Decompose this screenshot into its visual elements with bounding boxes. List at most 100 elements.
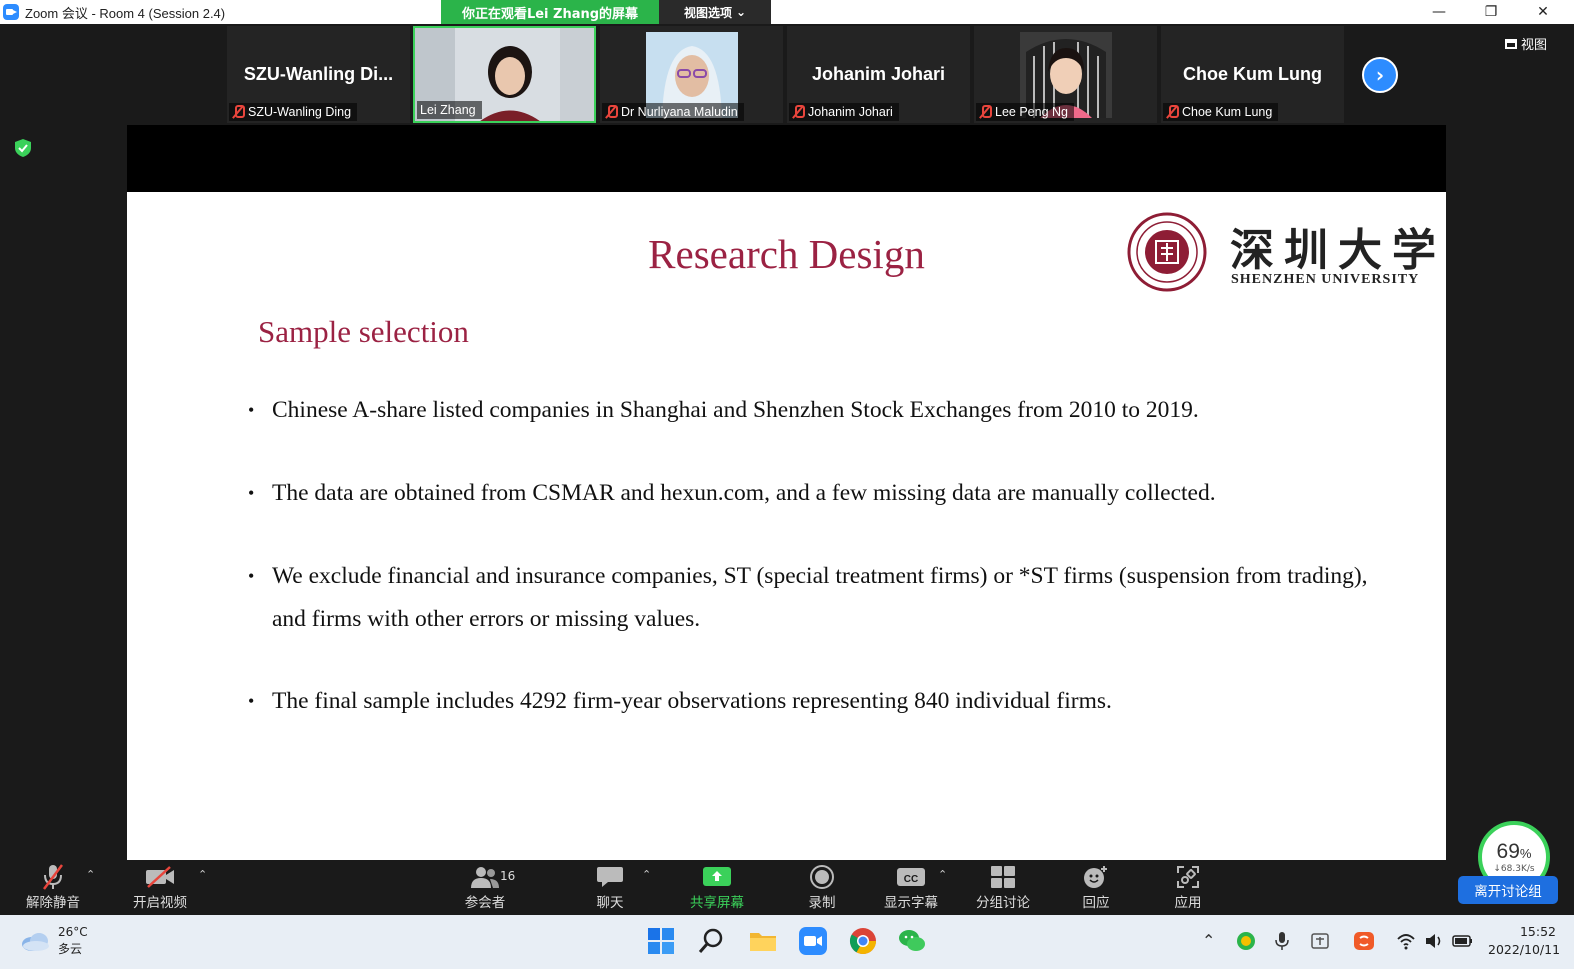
participant-label-text: Lei Zhang: [420, 103, 476, 117]
system-clock[interactable]: 15:52 2022/10/11: [1488, 923, 1560, 959]
input-method-tray-icon[interactable]: [1310, 931, 1330, 951]
title-bar: Zoom 会议 - Room 4 (Session 2.4) 你正在观看Lei …: [0, 0, 1574, 24]
mic-muted-icon: [40, 862, 66, 891]
reaction-smiley-icon: [1082, 862, 1110, 891]
section-heading: Sample selection: [258, 314, 469, 349]
participant-label: Choe Kum Lung: [1163, 103, 1279, 121]
participant-tile[interactable]: Choe Kum Lung Choe Kum Lung: [1161, 26, 1344, 123]
view-label: 视图: [1521, 38, 1548, 53]
apps-button[interactable]: 应用: [1162, 862, 1214, 914]
record-button[interactable]: 录制: [796, 862, 848, 914]
audio-options-caret-icon[interactable]: ⌃: [86, 868, 95, 881]
windows-taskbar: 26°C 多云 ⌃ 15:52 2022/10/11: [0, 915, 1574, 969]
participant-label-text: Dr Nurliyana Maludin: [621, 105, 738, 119]
close-button[interactable]: ✕: [1520, 0, 1566, 24]
minimize-button[interactable]: —: [1416, 0, 1462, 24]
chat-options-caret-icon[interactable]: ⌃: [642, 868, 651, 881]
viewing-share-banner: 你正在观看Lei Zhang的屏幕: [441, 0, 659, 24]
search-icon[interactable]: [697, 926, 727, 956]
apps-icon: [1175, 862, 1201, 891]
start-video-label: 开启视频: [133, 895, 187, 911]
participant-tile[interactable]: Dr Nurliyana Maludin: [600, 26, 783, 123]
captions-button[interactable]: CC 显示字幕: [878, 862, 944, 914]
restore-button[interactable]: ❐: [1468, 0, 1514, 24]
bullet-dot-icon: •: [248, 400, 255, 420]
captions-options-caret-icon[interactable]: ⌃: [938, 868, 947, 881]
shared-slide: Research Design 深圳大学 SHENZHEN UNIVERSITY…: [127, 192, 1446, 860]
unmute-button[interactable]: 解除静音: [20, 862, 86, 914]
leave-breakout-room-button[interactable]: 离开讨论组: [1458, 876, 1558, 904]
participant-tile[interactable]: Lee Peng Ng: [974, 26, 1157, 123]
participant-label: Johanim Johari: [789, 103, 899, 121]
participants-label: 参会者: [464, 895, 506, 911]
network-percent-value: 69: [1496, 840, 1520, 863]
reactions-button[interactable]: 回应: [1070, 862, 1122, 914]
view-button[interactable]: 视图: [1505, 34, 1547, 53]
participant-tile[interactable]: Johanim Johari Johanim Johari: [787, 26, 970, 123]
breakout-rooms-icon: [990, 862, 1016, 891]
chevron-right-icon: ›: [1375, 63, 1385, 87]
participants-icon: [470, 862, 500, 891]
participant-label: Lei Zhang: [417, 101, 482, 119]
reactions-label: 回应: [1082, 895, 1110, 911]
participant-name-large: Choe Kum Lung: [1183, 64, 1322, 84]
battery-icon[interactable]: [1452, 931, 1474, 951]
security-app-tray-icon[interactable]: [1236, 931, 1256, 951]
zoom-taskbar-icon[interactable]: [798, 926, 828, 956]
restore-icon: ❐: [1484, 4, 1498, 20]
meeting-toolbar: 解除静音 ⌃ 开启视频 ⌃ 参会者 16 聊天 ⌃ 共享屏幕 录制 CC 显示字…: [0, 860, 1574, 915]
participant-tile-active-speaker[interactable]: Lei Zhang: [413, 26, 596, 123]
weather-widget[interactable]: 26°C 多云: [20, 924, 88, 958]
breakout-rooms-button[interactable]: 分组讨论: [970, 862, 1036, 914]
minimize-icon: —: [1432, 4, 1446, 20]
participant-label: Lee Peng Ng: [976, 103, 1074, 121]
wifi-icon[interactable]: [1396, 931, 1416, 951]
record-label: 录制: [808, 895, 836, 911]
university-name-chinese: 深圳大学: [1230, 225, 1446, 276]
bullet-text: The final sample includes 4292 firm-year…: [272, 688, 1112, 714]
chat-button[interactable]: 聊天: [582, 862, 638, 914]
zoom-window: Zoom 会议 - Room 4 (Session 2.4) 你正在观看Lei …: [0, 0, 1574, 969]
gallery-view-icon: [1505, 38, 1517, 49]
windows-start-icon[interactable]: [646, 926, 676, 956]
window-title: Zoom 会议 - Room 4 (Session 2.4): [25, 5, 226, 21]
participant-label-text: SZU-Wanling Ding: [248, 105, 352, 119]
video-options-caret-icon[interactable]: ⌃: [198, 868, 207, 881]
gallery-next-button[interactable]: ›: [1362, 57, 1398, 93]
network-percent: 69%: [1497, 840, 1532, 864]
mic-muted-icon: [979, 105, 992, 119]
file-explorer-icon[interactable]: [748, 926, 778, 956]
start-video-button[interactable]: 开启视频: [126, 862, 194, 914]
weather-condition: 多云: [58, 942, 83, 956]
close-icon: ✕: [1537, 4, 1549, 20]
encryption-shield-icon[interactable]: [15, 139, 31, 157]
bullet-dot-icon: •: [248, 691, 255, 711]
weather-temperature: 26°C: [58, 925, 88, 939]
bullet-dot-icon: •: [248, 483, 255, 503]
participant-gallery: SZU-Wanling Di... SZU-Wanling Ding Lei Z…: [0, 24, 1574, 125]
participant-label-text: Johanim Johari: [808, 105, 893, 119]
captions-label: 显示字幕: [884, 895, 938, 911]
network-speed: ↓68.3K/s: [1493, 864, 1535, 874]
participant-label-text: Lee Peng Ng: [995, 105, 1068, 119]
zoom-app-icon: [3, 4, 19, 20]
share-screen-button[interactable]: 共享屏幕: [682, 862, 752, 914]
wechat-icon[interactable]: [897, 926, 927, 956]
view-options-label: 视图选项: [683, 5, 732, 20]
share-screen-label: 共享屏幕: [690, 895, 744, 911]
video-off-icon: [144, 862, 176, 891]
network-percent-sign: %: [1519, 846, 1532, 861]
apps-label: 应用: [1174, 895, 1202, 911]
share-screen-icon: [702, 862, 732, 891]
microphone-tray-icon[interactable]: [1274, 931, 1290, 951]
show-hidden-icons-chevron-icon[interactable]: ⌃: [1202, 931, 1215, 950]
volume-icon[interactable]: [1424, 931, 1444, 951]
bullet-item: • We exclude financial and insurance com…: [248, 555, 1368, 641]
view-options-button[interactable]: 视图选项 ⌄: [659, 0, 771, 24]
closed-caption-icon: CC: [896, 862, 926, 891]
chat-bubble-icon: [596, 862, 624, 891]
participant-tile[interactable]: SZU-Wanling Di... SZU-Wanling Ding: [227, 26, 410, 123]
chrome-icon[interactable]: [848, 926, 878, 956]
bullet-item: • Chinese A-share listed companies in Sh…: [248, 389, 1368, 432]
sogou-ime-tray-icon[interactable]: [1353, 931, 1375, 951]
